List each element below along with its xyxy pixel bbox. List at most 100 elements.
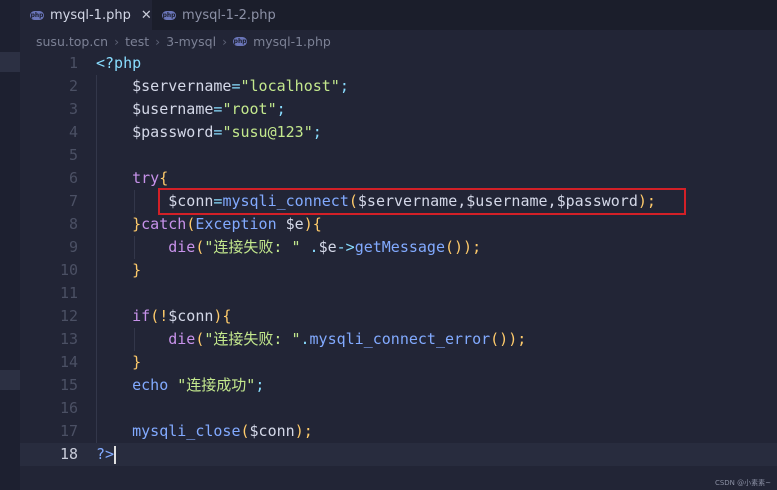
brace: } (132, 353, 142, 371)
tab-mysql-1[interactable]: php mysql-1.php ✕ (20, 0, 152, 30)
chevron-right-icon: › (155, 33, 161, 49)
breadcrumb-item[interactable]: mysql-1.php (253, 34, 331, 49)
function-name: mysqli_close (132, 422, 241, 440)
type-name: Exception (195, 215, 277, 233)
operator: . (300, 330, 310, 348)
variable: $password (132, 123, 214, 141)
string-literal: "连接成功" (168, 376, 256, 394)
operator: -> (336, 238, 355, 256)
code-line-12: if(!$conn){ (96, 305, 777, 328)
activity-marker (0, 52, 20, 72)
code-line-10: } (96, 259, 777, 282)
php-file-icon: php (162, 10, 176, 20)
activity-marker (0, 370, 20, 390)
line-number: 5 (68, 146, 78, 164)
line-number-current: 18 (59, 445, 78, 463)
text-cursor (114, 445, 117, 464)
paren: ( (240, 422, 250, 440)
keyword: try (132, 169, 160, 187)
php-file-icon: php (30, 10, 44, 20)
code-line-1: <?php (96, 52, 777, 75)
tab-label: mysql-1.php (50, 7, 131, 23)
code-line-18: ?> (96, 443, 777, 466)
line-number: 1 (68, 54, 78, 72)
line-number: 9 (68, 238, 78, 256)
breadcrumb-item[interactable]: 3-mysql (166, 34, 216, 49)
close-icon[interactable]: ✕ (141, 8, 152, 23)
code-line-9: die("连接失败: " .$e->getMessage()); (96, 236, 777, 259)
line-number: 6 (68, 169, 78, 187)
php-open-tag: <?php (96, 54, 142, 72)
variable: $e (318, 238, 337, 256)
paren: ); (294, 422, 313, 440)
line-number: 16 (59, 399, 78, 417)
string-literal: "root" (222, 100, 277, 118)
keyword: catch (141, 215, 187, 233)
punctuation: ; (339, 77, 349, 95)
paren: ){ (213, 307, 232, 325)
code-editor[interactable]: <?php $servername="localhost"; $username… (96, 52, 777, 466)
line-number: 10 (59, 261, 78, 279)
breadcrumb-item[interactable]: test (125, 34, 149, 49)
keyword: if (132, 307, 151, 325)
chevron-right-icon: › (222, 33, 228, 49)
breadcrumb-item[interactable]: susu.top.cn (36, 34, 108, 49)
string-literal: "localhost" (240, 77, 340, 95)
method-name: getMessage (354, 238, 445, 256)
line-number: 8 (68, 215, 78, 233)
operator: . (300, 238, 319, 256)
activity-bar (0, 0, 20, 490)
string-literal: "连接失败: " (204, 238, 301, 256)
variable: $conn (168, 307, 214, 325)
breadcrumb: susu.top.cn › test › 3-mysql › php mysql… (20, 30, 777, 52)
tab-mysql-1-2[interactable]: php mysql-1-2.php (152, 0, 282, 30)
code-line-4: $password="susu@123"; (96, 121, 777, 144)
paren: ()); (445, 238, 482, 256)
code-line-3: $username="root"; (96, 98, 777, 121)
paren: ){ (303, 215, 322, 233)
chevron-right-icon: › (114, 33, 120, 49)
line-number: 11 (59, 284, 78, 302)
keyword: echo (132, 376, 169, 394)
line-number-gutter: 1 2 3 4 5 6 7 8 9 10 11 12 13 14 15 16 1… (20, 52, 78, 466)
punctuation: ; (312, 123, 322, 141)
line-number: 13 (59, 330, 78, 348)
code-line-15: echo "连接成功"; (96, 374, 777, 397)
string-literal: "连接失败: " (204, 330, 301, 348)
php-file-icon: php (233, 36, 248, 46)
string-literal: "susu@123" (222, 123, 313, 141)
variable: $e (276, 215, 304, 233)
function-name: die (168, 238, 196, 256)
variable: $servername (132, 77, 232, 95)
brace: } (132, 215, 142, 233)
highlight-box (158, 188, 686, 215)
code-line-17: mysqli_close($conn); (96, 420, 777, 443)
line-number: 7 (68, 192, 78, 210)
line-number: 15 (59, 376, 78, 394)
code-line-6: try{ (96, 167, 777, 190)
code-line-13: die("连接失败: ".mysqli_connect_error()); (96, 328, 777, 351)
operator: = (231, 77, 241, 95)
variable: $username (132, 100, 214, 118)
code-line-2: $servername="localhost"; (96, 75, 777, 98)
watermark: CSDN @小素素~ (714, 479, 771, 487)
code-line-14: } (96, 351, 777, 374)
variable: $conn (249, 422, 295, 440)
paren: ( (186, 215, 196, 233)
paren: (! (150, 307, 169, 325)
punctuation: ; (276, 100, 286, 118)
php-close-tag: ?> (96, 445, 115, 463)
line-number: 17 (59, 422, 78, 440)
line-number: 4 (68, 123, 78, 141)
line-number: 2 (68, 77, 78, 95)
paren: ()); (490, 330, 527, 348)
brace: } (132, 261, 142, 279)
punctuation: ; (255, 376, 265, 394)
function-name: die (168, 330, 196, 348)
tab-label: mysql-1-2.php (182, 7, 276, 23)
line-number: 14 (59, 353, 78, 371)
line-number: 12 (59, 307, 78, 325)
